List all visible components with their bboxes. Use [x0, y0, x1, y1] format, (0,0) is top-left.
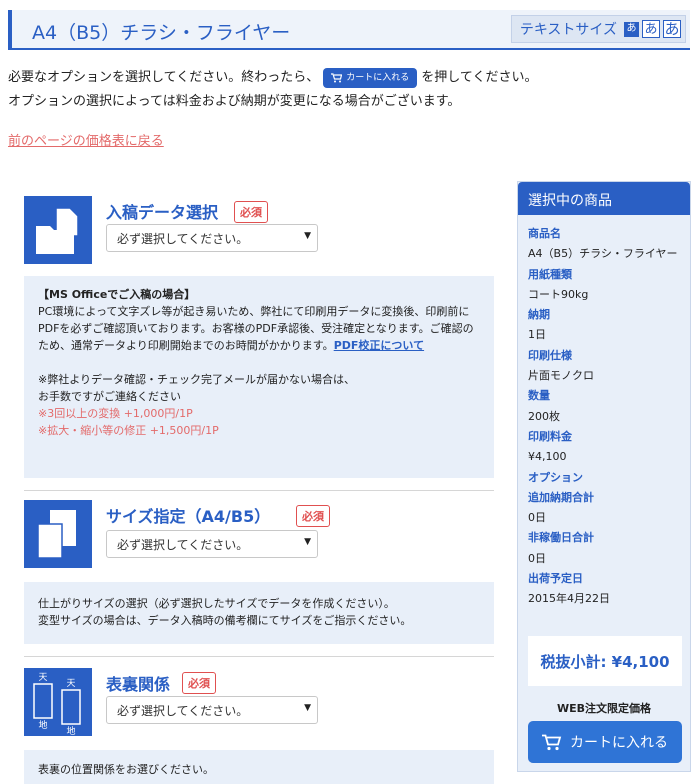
size-note-line-2: 変型サイズの場合は、データ入稿時の備考欄にてサイズをご指示ください。 [38, 614, 412, 627]
note-body: PC環境によって文字ズレ等が起き易いため、弊社にて印刷用データに変換後、印刷前に… [38, 305, 474, 352]
detail-value: 2015年4月22日 [528, 592, 610, 606]
divider [24, 490, 494, 491]
note-mail-2: お手数ですがご連絡ください [38, 390, 181, 403]
detail-label: 用紙種類 [528, 267, 572, 281]
required-badge: 必須 [234, 201, 268, 223]
detail-label: 追加納期合計 [528, 490, 594, 504]
detail-label: 出荷予定日 [528, 572, 583, 586]
page-title: A4（B5）チラシ・フライヤー [32, 22, 291, 44]
intro-line-1: 必要なオプションを選択してください。終わったら、 カートに入れる を押してください。 [8, 66, 698, 90]
required-badge: 必須 [182, 672, 216, 694]
detail-value: 片面モノクロ [528, 369, 594, 383]
size-select[interactable]: 必ず選択してください。 ▼ [106, 530, 318, 558]
bottom-mark: 地 [66, 725, 75, 736]
detail-label: 印刷料金 [528, 429, 572, 443]
upload-section-title: 入稿データ選択 [106, 203, 219, 222]
size-section-title: サイズ指定（A4/B5） [106, 507, 271, 526]
sides-section-title: 表裏関係 [106, 675, 171, 694]
cart-icon [542, 734, 562, 750]
bottom-mark: 地 [38, 719, 47, 731]
top-mark: 天 [38, 673, 47, 683]
paper-size-icon [24, 500, 92, 568]
cart-icon [331, 72, 343, 82]
detail-value: A4（B5）チラシ・フライヤー [528, 247, 678, 261]
sides-note-line-1: 表裏の位置関係をお選びください。 [38, 763, 214, 776]
detail-value: 0日 [528, 551, 546, 565]
top-mark: 天 [66, 679, 75, 689]
detail-label: 商品名 [528, 227, 561, 240]
required-badge: 必須 [296, 505, 330, 527]
sides-section: 天 地 天 地 表裏関係 必須 必ず選択してください。 ▼ [24, 668, 494, 738]
dropdown-arrow-icon: ▼ [304, 537, 311, 547]
upload-note: 【MS Officeでご入稿の場合】 PC環境によって文字ズレ等が起き易いため、… [24, 276, 494, 478]
subtotal: 税抜小計: ¥4,100 [528, 636, 682, 686]
text-size-small-button[interactable]: あ [624, 21, 639, 37]
web-limited-price-label: WEB注文限定価格 [556, 702, 652, 715]
text-size-control: テキストサイズ あ あ あ [510, 15, 686, 43]
detail-label: 印刷仕様 [528, 348, 572, 362]
back-to-price-table-link[interactable]: 前のページの価格表に戻る [8, 130, 164, 149]
size-section: サイズ指定（A4/B5） 必須 必ず選択してください。 ▼ [24, 500, 494, 570]
intro-text: 必要なオプションを選択してください。終わったら、 カートに入れる を押してください。… [8, 66, 698, 114]
note-fee-2: ※拡大・縮小等の修正 +1,500円/1P [38, 424, 219, 437]
detail-label: 非稼働日合計 [528, 531, 594, 545]
selected-product-title: 選択中の商品 [518, 182, 690, 215]
detail-value: 1日 [528, 328, 546, 342]
detail-value: コート90kg [528, 287, 589, 301]
note-fee-1: ※3回以上の変換 +1,000円/1P [38, 407, 193, 420]
dropdown-arrow-icon: ▼ [304, 703, 311, 713]
folder-icon [24, 196, 92, 264]
detail-value: 0日 [528, 511, 546, 525]
add-to-cart-button[interactable]: カートに入れる [528, 721, 682, 763]
detail-value: ¥4,100 [528, 450, 567, 464]
pdf-proof-link[interactable]: PDF校正について [334, 339, 424, 352]
text-size-label: テキストサイズ [519, 22, 617, 38]
upload-section: 入稿データ選択 必須 必ず選択してください。 ▼ [24, 196, 494, 266]
detail-label: 数量 [528, 389, 550, 403]
sides-note: 表裏の位置関係をお選びください。 [24, 750, 494, 784]
dropdown-arrow-icon: ▼ [304, 231, 311, 241]
size-note: 仕上がりサイズの選択（必ず選択したサイズでデータを作成ください）。 変型サイズの… [24, 582, 494, 644]
note-heading: 【MS Officeでご入稿の場合】 [38, 288, 196, 301]
divider [24, 656, 494, 657]
intro-line-2: オプションの選択によっては料金および納期が変更になる場合がございます。 [8, 94, 461, 109]
text-size-large-button[interactable]: あ [663, 20, 681, 38]
inline-cart-button[interactable]: カートに入れる [323, 67, 418, 88]
size-note-line-1: 仕上がりサイズの選択（必ず選択したサイズでデータを作成ください）。 [38, 597, 395, 610]
front-back-orientation-icon: 天 地 天 地 [24, 668, 92, 737]
detail-value: 200枚 [528, 409, 560, 423]
text-size-medium-button[interactable]: あ [642, 20, 660, 38]
upload-data-select[interactable]: 必ず選択してください。 ▼ [106, 224, 318, 252]
selected-product-details: 商品名 A4（B5）チラシ・フライヤー 用紙種類 コート90kg 納期 1日 印… [518, 215, 690, 619]
selected-product-panel: 選択中の商品 商品名 A4（B5）チラシ・フライヤー 用紙種類 コート90kg … [517, 181, 691, 772]
sides-select[interactable]: 必ず選択してください。 ▼ [106, 696, 318, 724]
page-header: A4（B5）チラシ・フライヤー テキストサイズ あ あ あ [8, 10, 690, 50]
detail-label: オプション [528, 470, 583, 484]
note-mail-1: ※弊社よりデータ確認・チェック完了メールが届かない場合は、 [38, 373, 355, 386]
detail-label: 納期 [528, 308, 550, 322]
